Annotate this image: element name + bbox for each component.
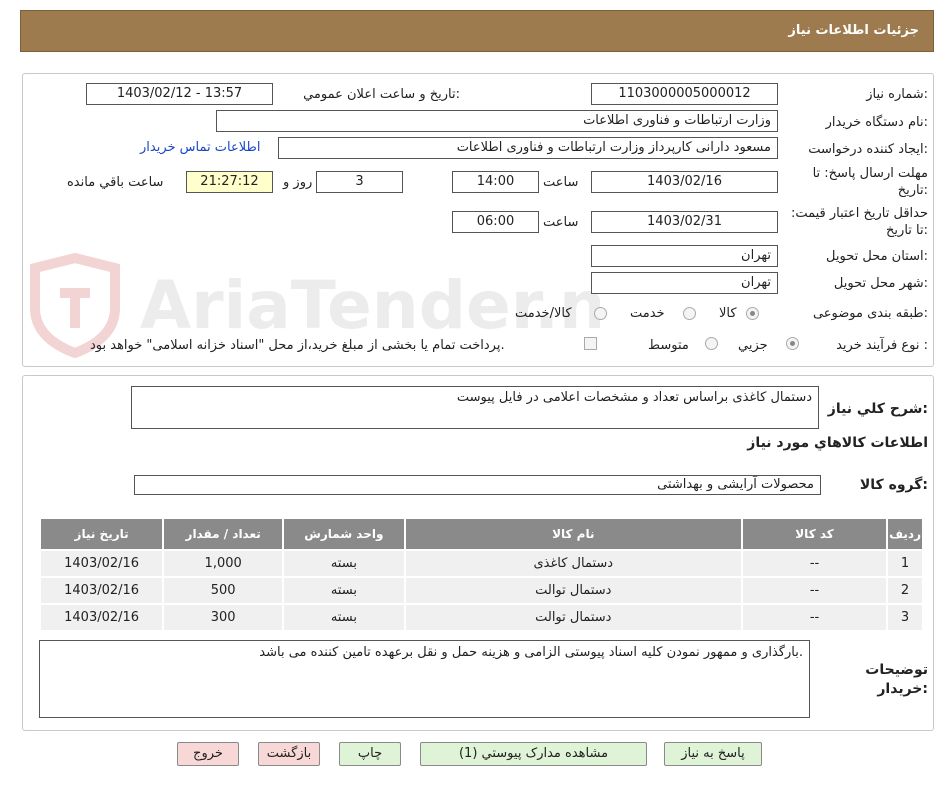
buyer-org-field: وزارت ارتباطات و فناوری اطلاعات: [216, 110, 778, 132]
buyer-contact-link[interactable]: اطلاعات تماس خريدار: [140, 140, 260, 155]
cell-row-number: 1: [888, 551, 922, 576]
print-button[interactable]: چاپ: [339, 742, 401, 766]
city-field: تهران: [591, 272, 778, 294]
table-row: 1 -- دستمال کاغذی بسته 1,000 1403/02/16: [41, 551, 922, 576]
table-header-row: رديف کد کالا نام کالا واحد شمارش تعداد /…: [41, 519, 922, 549]
cell-quantity: 500: [164, 578, 283, 603]
cell-need-date: 1403/02/16: [41, 605, 163, 630]
validity-time-label: ساعت: [543, 215, 579, 230]
table-row: 2 -- دستمال توالت بسته 500 1403/02/16: [41, 578, 922, 603]
process-medium-radio[interactable]: [705, 337, 718, 350]
goods-group-field: محصولات آرايشی و بهداشتی: [134, 475, 821, 495]
category-label: طبقه بندی موضوعی:: [812, 306, 928, 321]
page-title: جزئیات اطلاعات نیاز: [788, 23, 919, 38]
col-need-date: تاريخ نياز: [41, 519, 163, 549]
process-label: نوع فرآيند خريد :: [836, 338, 928, 353]
goods-info-title: اطلاعات کالاهاي مورد نياز: [747, 435, 928, 451]
cell-quantity: 300: [164, 605, 283, 630]
days-label: روز و: [283, 175, 313, 190]
col-quantity: تعداد / مقدار: [164, 519, 283, 549]
reply-button[interactable]: پاسخ به نياز: [664, 742, 762, 766]
deadline-time-field: 14:00: [452, 171, 539, 193]
col-row-number: رديف: [888, 519, 922, 549]
table-row: 3 -- دستمال توالت بسته 300 1403/02/16: [41, 605, 922, 630]
city-label: شهر محل تحويل:: [833, 276, 928, 291]
page-header: جزئیات اطلاعات نیاز: [20, 10, 934, 52]
cell-row-number: 3: [888, 605, 922, 630]
buyer-notes-textarea[interactable]: بارگذاری و ممهور نمودن کلیه اسناد پیوستی…: [39, 640, 810, 718]
cell-goods-name: دستمال توالت: [405, 605, 741, 630]
description-label: شرح کلي نياز:: [827, 401, 928, 417]
cell-goods-code: --: [742, 551, 887, 576]
validity-time-field: 06:00: [452, 211, 539, 233]
cell-need-date: 1403/02/16: [41, 578, 163, 603]
cell-goods-name: دستمال توالت: [405, 578, 741, 603]
col-unit: واحد شمارش: [284, 519, 404, 549]
category-service-radio[interactable]: [683, 307, 696, 320]
items-table: رديف کد کالا نام کالا واحد شمارش تعداد /…: [39, 517, 924, 632]
treasury-payment-checkbox[interactable]: [584, 337, 597, 350]
process-minor-label: جزیي: [738, 338, 768, 353]
cell-goods-code: --: [742, 578, 887, 603]
remaining-time-field: 21:27:12: [186, 171, 273, 193]
buyer-org-label: نام دستگاه خريدار:: [825, 115, 928, 130]
province-label: استان محل تحويل:: [826, 249, 928, 264]
deadline-time-label: ساعت: [543, 175, 579, 190]
goods-group-label: گروه کالا:: [859, 477, 928, 493]
cell-quantity: 1,000: [164, 551, 283, 576]
cell-goods-name: دستمال کاغذی: [405, 551, 741, 576]
col-goods-name: نام کالا: [405, 519, 741, 549]
exit-button[interactable]: خروج: [177, 742, 239, 766]
view-attachments-button[interactable]: مشاهده مدارک پيوستي (1): [420, 742, 647, 766]
requester-field: مسعود دارانی کارپرداز وزارت ارتباطات و ف…: [278, 137, 778, 159]
buyer-notes-label: توضيحات خريدار:: [865, 662, 928, 697]
cell-unit: بسته: [284, 578, 404, 603]
treasury-payment-note: پرداخت تمام يا بخشی از مبلغ خريد،از محل …: [90, 338, 505, 353]
category-goods-label: کالا: [719, 306, 737, 321]
col-goods-code: کد کالا: [742, 519, 887, 549]
process-minor-radio[interactable]: [786, 337, 799, 350]
remaining-label: ساعت باقي مانده: [67, 175, 164, 190]
category-goods-radio[interactable]: [746, 307, 759, 320]
validity-date-field: 1403/02/31: [591, 211, 778, 233]
cell-unit: بسته: [284, 605, 404, 630]
category-both-radio[interactable]: [594, 307, 607, 320]
validity-label: حداقل تاريخ اعتبار قيمت: تا تاريخ:: [790, 206, 928, 238]
deadline-label: مهلت ارسال پاسخ: تا تاریخ:: [812, 166, 928, 198]
category-service-label: خدمت: [630, 306, 665, 321]
process-medium-label: متوسط: [648, 338, 689, 353]
category-both-label: کالا/خدمت: [515, 306, 572, 321]
requester-label: ايجاد کننده درخواست:: [808, 142, 928, 157]
description-textarea[interactable]: دستمال کاغذی براساس تعداد و مشخصات اعلام…: [131, 386, 819, 429]
need-number-label: شماره نیاز:: [866, 87, 928, 102]
province-field: تهران: [591, 245, 778, 267]
back-button[interactable]: بازگشت: [258, 742, 320, 766]
need-number-field: 1103000005000012: [591, 83, 778, 105]
cell-goods-code: --: [742, 605, 887, 630]
announce-label: تاریخ و ساعت اعلان عمومي:: [303, 87, 460, 102]
cell-unit: بسته: [284, 551, 404, 576]
announce-field: 1403/02/12 - 13:57: [86, 83, 273, 105]
days-field: 3: [316, 171, 403, 193]
cell-row-number: 2: [888, 578, 922, 603]
deadline-date-field: 1403/02/16: [591, 171, 778, 193]
cell-need-date: 1403/02/16: [41, 551, 163, 576]
